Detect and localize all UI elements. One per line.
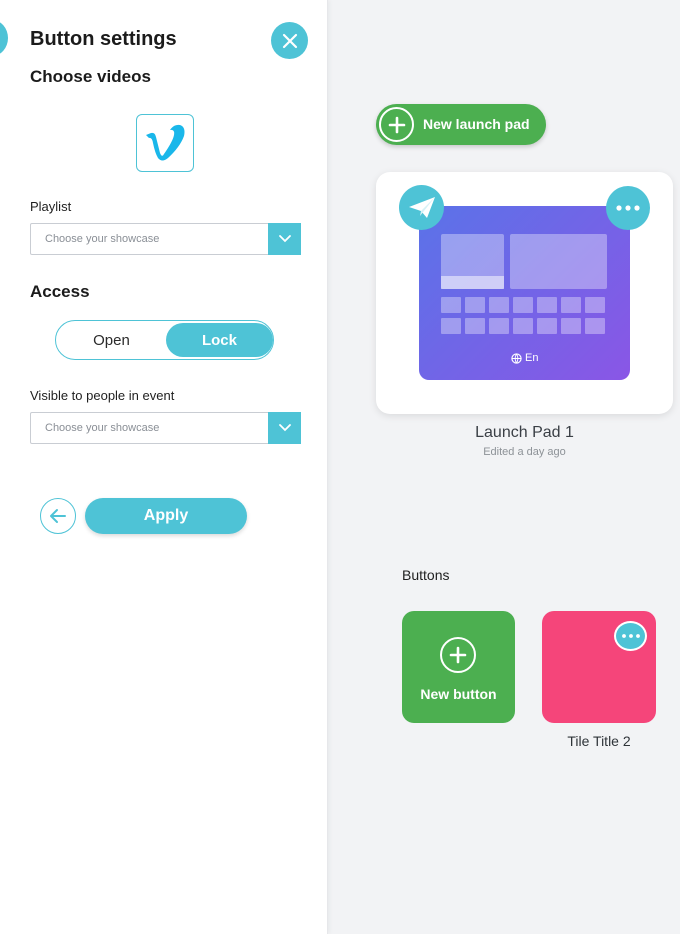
choose-videos-heading: Choose videos [30, 67, 151, 86]
visible-to-label: Visible to people in event [30, 388, 175, 403]
apply-button[interactable]: Apply [85, 498, 247, 534]
chevron-down-icon [278, 235, 291, 243]
plus-icon [440, 637, 476, 673]
globe-icon [511, 352, 522, 364]
language-label: En [525, 352, 539, 364]
button-tile[interactable] [542, 611, 656, 723]
more-dots-icon [616, 205, 640, 211]
access-option-lock[interactable]: Lock [166, 323, 273, 357]
playlist-select[interactable]: Choose your showcase [30, 223, 301, 255]
panel-edge-handle[interactable] [0, 20, 8, 56]
new-launch-pad-label: New launch pad [423, 116, 530, 132]
launch-pad-card[interactable]: En [376, 172, 673, 414]
preview-block-footer [441, 276, 504, 289]
preview-tile-grid [441, 297, 605, 334]
buttons-heading: Buttons [402, 567, 450, 583]
publish-launch-pad-button[interactable] [399, 185, 444, 230]
launch-pad-more-button[interactable] [606, 186, 650, 230]
playlist-label: Playlist [30, 199, 72, 214]
visible-to-dropdown-toggle[interactable] [268, 412, 301, 444]
launch-pad-edited-time: Edited a day ago [483, 446, 566, 458]
back-button[interactable] [40, 498, 76, 534]
launch-pad-name: Launch Pad 1 [475, 424, 574, 441]
access-heading: Access [30, 282, 90, 301]
settings-panel: Button settings Choose videos Playlist C… [0, 0, 328, 934]
close-icon [282, 33, 297, 48]
visible-to-select-placeholder: Choose your showcase [45, 422, 160, 434]
access-toggle: Open Lock [55, 320, 274, 360]
vimeo-logo-icon [146, 124, 185, 161]
vimeo-source-button[interactable] [136, 114, 194, 172]
new-launch-pad-button[interactable]: New launch pad [376, 104, 546, 145]
chevron-down-icon [278, 424, 291, 432]
tile-title: Tile Title 2 [567, 733, 631, 749]
language-indicator: En [511, 352, 538, 364]
tile-more-button[interactable] [614, 621, 647, 651]
new-button-label: New button [420, 686, 497, 702]
visible-to-select[interactable]: Choose your showcase [30, 412, 301, 444]
panel-title: Button settings [30, 28, 177, 50]
paper-plane-icon [408, 196, 435, 218]
launch-pad-preview: En [419, 206, 630, 380]
access-option-open[interactable]: Open [58, 323, 165, 357]
more-dots-icon [621, 634, 640, 638]
arrow-left-icon [50, 509, 66, 523]
close-button[interactable] [271, 22, 308, 59]
playlist-dropdown-toggle[interactable] [268, 223, 301, 255]
new-button-tile[interactable]: New button [402, 611, 515, 723]
plus-icon [379, 107, 414, 142]
playlist-select-placeholder: Choose your showcase [45, 233, 160, 245]
preview-block [510, 234, 607, 289]
